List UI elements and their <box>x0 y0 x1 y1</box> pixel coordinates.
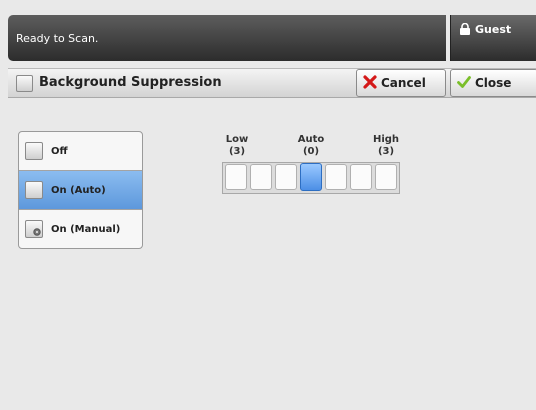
low-label: Low <box>225 134 249 145</box>
option-label: Off <box>51 146 68 157</box>
slider-segment-1[interactable] <box>225 164 247 190</box>
slider-segment-3[interactable] <box>275 164 297 190</box>
suppression-option-group: Off On (Auto) On (Manual) <box>18 131 143 249</box>
low-label-group: Low (3) <box>222 134 252 158</box>
low-value: (3) <box>228 146 246 157</box>
option-label: On (Auto) <box>51 185 106 196</box>
cancel-button[interactable]: Cancel <box>356 69 446 97</box>
level-slider[interactable] <box>222 162 400 194</box>
red-x-icon <box>363 75 377 89</box>
option-on-manual[interactable]: On (Manual) <box>19 210 142 248</box>
status-bar: Ready to Scan. <box>8 15 446 61</box>
close-label: Close <box>475 76 512 90</box>
checkbox-icon <box>25 142 43 160</box>
title-checkbox-icon <box>16 75 33 92</box>
slider-segment-7[interactable] <box>375 164 397 190</box>
option-on-auto[interactable]: On (Auto) <box>19 171 142 210</box>
status-text: Ready to Scan. <box>16 32 99 45</box>
checkbox-icon <box>25 181 43 199</box>
padlock-icon <box>460 23 470 35</box>
auto-value: (0) <box>302 146 320 157</box>
slider-segment-4[interactable] <box>300 163 322 191</box>
close-button[interactable]: Close <box>450 69 536 97</box>
green-check-icon <box>457 76 471 88</box>
option-label: On (Manual) <box>51 224 121 235</box>
dialog-title: Background Suppression <box>39 75 222 90</box>
auto-label-group: Auto (0) <box>296 134 326 158</box>
option-off[interactable]: Off <box>19 132 142 171</box>
cancel-label: Cancel <box>381 76 426 90</box>
high-label: High <box>372 134 400 145</box>
auto-label: Auto <box>297 134 325 145</box>
high-label-group: High (3) <box>371 134 401 158</box>
guest-button[interactable]: Guest <box>450 15 536 61</box>
slider-segment-2[interactable] <box>250 164 272 190</box>
slider-segment-6[interactable] <box>350 164 372 190</box>
slider-segment-5[interactable] <box>325 164 347 190</box>
guest-label: Guest <box>475 23 512 36</box>
manual-settings-icon <box>25 220 43 238</box>
high-value: (3) <box>377 146 395 157</box>
